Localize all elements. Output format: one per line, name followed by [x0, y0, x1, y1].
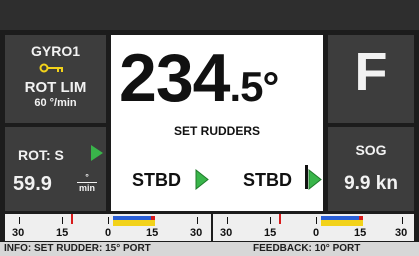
sog-label: SOG	[355, 142, 387, 158]
scale-label: 30	[220, 227, 233, 239]
rot-panel[interactable]: ROT: S 59.9 ° min	[5, 127, 106, 211]
arrow-right-icon	[91, 145, 103, 161]
rudder-right-direction: STBD	[243, 170, 292, 190]
heading-whole: 234	[119, 40, 230, 116]
info-feedback: FEEDBACK: 10° PORT	[253, 243, 361, 254]
rot-unit-denominator: min	[78, 183, 95, 193]
rot-label: ROT: S	[18, 147, 64, 163]
rudder-control-display: GYRO1 ROT LIM 60 °/min ROT: S 59.9 ° min…	[0, 0, 419, 256]
rudder-scale-left: 30 15 0 15 30	[5, 214, 211, 241]
scale-tick	[227, 217, 228, 224]
rot-limit-label: ROT LIM	[24, 79, 87, 96]
rudder-order-marker	[71, 214, 73, 224]
steering-mode-panel[interactable]: F	[328, 35, 414, 123]
scale-tick	[19, 217, 20, 224]
scale-label: 30	[395, 227, 408, 239]
scale-label: 0	[105, 227, 112, 239]
rudder-scale-right: 30 15 0 15 30	[213, 214, 414, 241]
info-bar: INFO: SET RUDDER: 15° PORT FEEDBACK: 10°…	[0, 242, 419, 256]
scale-tick	[316, 217, 317, 224]
sog-panel[interactable]: SOG 9.9 kn	[328, 127, 414, 211]
heading-fraction: .5°	[229, 63, 279, 110]
rudder-left-direction: STBD	[132, 170, 181, 190]
info-set-rudder: INFO: SET RUDDER: 15° PORT	[4, 243, 151, 254]
rudder-bar-yellow	[321, 220, 363, 226]
gyro-panel[interactable]: GYRO1 ROT LIM 60 °/min	[5, 35, 106, 123]
set-rudders-title: SET RUDDERS	[173, 124, 260, 138]
rudder-order-marker	[279, 214, 281, 224]
scale-label: 30	[12, 227, 25, 239]
steering-mode-letter: F	[354, 42, 388, 102]
rot-limit-value: 60 °/min	[34, 97, 77, 109]
heading-readout: 234.5°	[119, 39, 279, 117]
arrow-right-icon	[308, 169, 322, 190]
scale-tick	[62, 217, 63, 224]
arrow-right-icon	[195, 169, 209, 190]
scale-label: 0	[313, 227, 320, 239]
rot-unit-numerator: °	[77, 172, 97, 183]
scale-label: 15	[56, 227, 69, 239]
gyro-source-label: GYRO1	[30, 43, 80, 59]
rudder-bar-yellow	[113, 220, 155, 226]
scale-tick	[197, 217, 198, 224]
rot-value: 59.9	[13, 173, 52, 195]
scale-label: 15	[146, 227, 159, 239]
key-icon	[39, 63, 63, 73]
scale-tick	[402, 217, 403, 224]
sog-value: 9.9 kn	[344, 173, 398, 194]
scale-label: 15	[264, 227, 277, 239]
heading-rudder-panel[interactable]: 234.5° SET RUDDERS STBD STBD	[111, 35, 323, 211]
scale-tick	[108, 217, 109, 224]
scale-label: 15	[354, 227, 367, 239]
top-bar	[0, 0, 419, 30]
rot-unit: ° min	[77, 172, 97, 193]
scale-label: 30	[190, 227, 203, 239]
scale-tick	[270, 217, 271, 224]
